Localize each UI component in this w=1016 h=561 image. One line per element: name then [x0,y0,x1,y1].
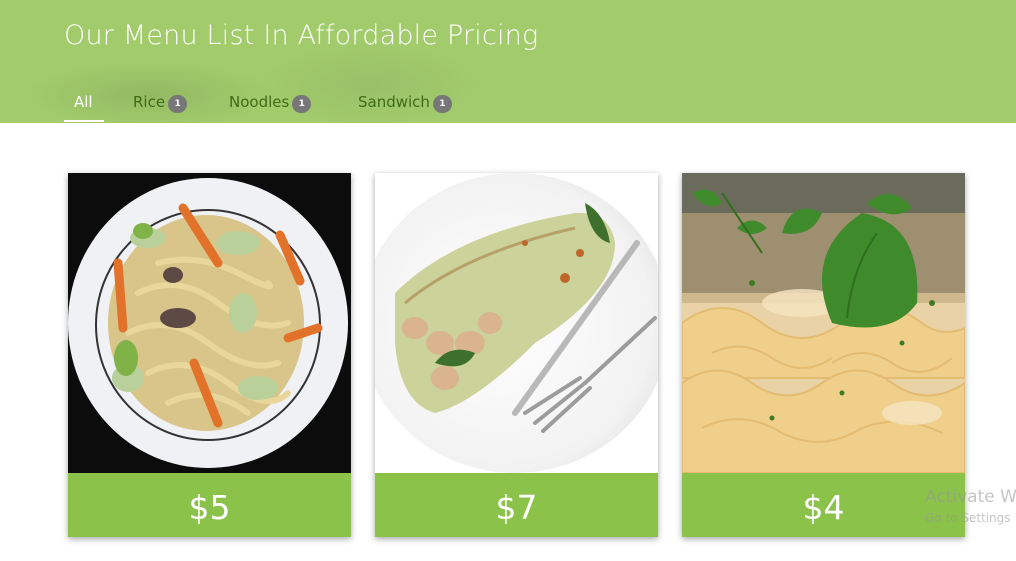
food-image [682,173,965,473]
price-label: $7 [375,473,658,537]
menu-item-card[interactable]: $7 [375,173,658,537]
tab-noodles[interactable]: Noodles 1 [229,90,312,122]
tab-all[interactable]: All [64,90,104,122]
activation-watermark: Activate W Go to Settings [925,487,1016,525]
tab-rice[interactable]: Rice 1 [133,90,188,122]
count-badge: 1 [168,95,188,113]
watermark-line1: Activate W [925,487,1016,507]
price-label: $4 [682,473,965,537]
count-badge: 1 [292,95,312,113]
tab-label: Sandwich [358,93,430,111]
food-image [68,173,351,473]
menu-item-card[interactable]: $4 [682,173,965,537]
tab-sandwich[interactable]: Sandwich 1 [358,90,452,122]
menu-item-card[interactable]: $5 [68,173,351,537]
tab-label: Noodles [229,93,290,111]
count-badge: 1 [432,95,452,113]
food-image [375,173,658,473]
page-title: Our Menu List In Affordable Pricing [64,20,539,51]
price-label: $5 [68,473,351,537]
tab-label: Rice [133,93,166,111]
tab-label: All [74,93,93,111]
menu-header: Our Menu List In Affordable Pricing All … [0,0,1016,123]
watermark-line2: Go to Settings [925,511,1011,525]
